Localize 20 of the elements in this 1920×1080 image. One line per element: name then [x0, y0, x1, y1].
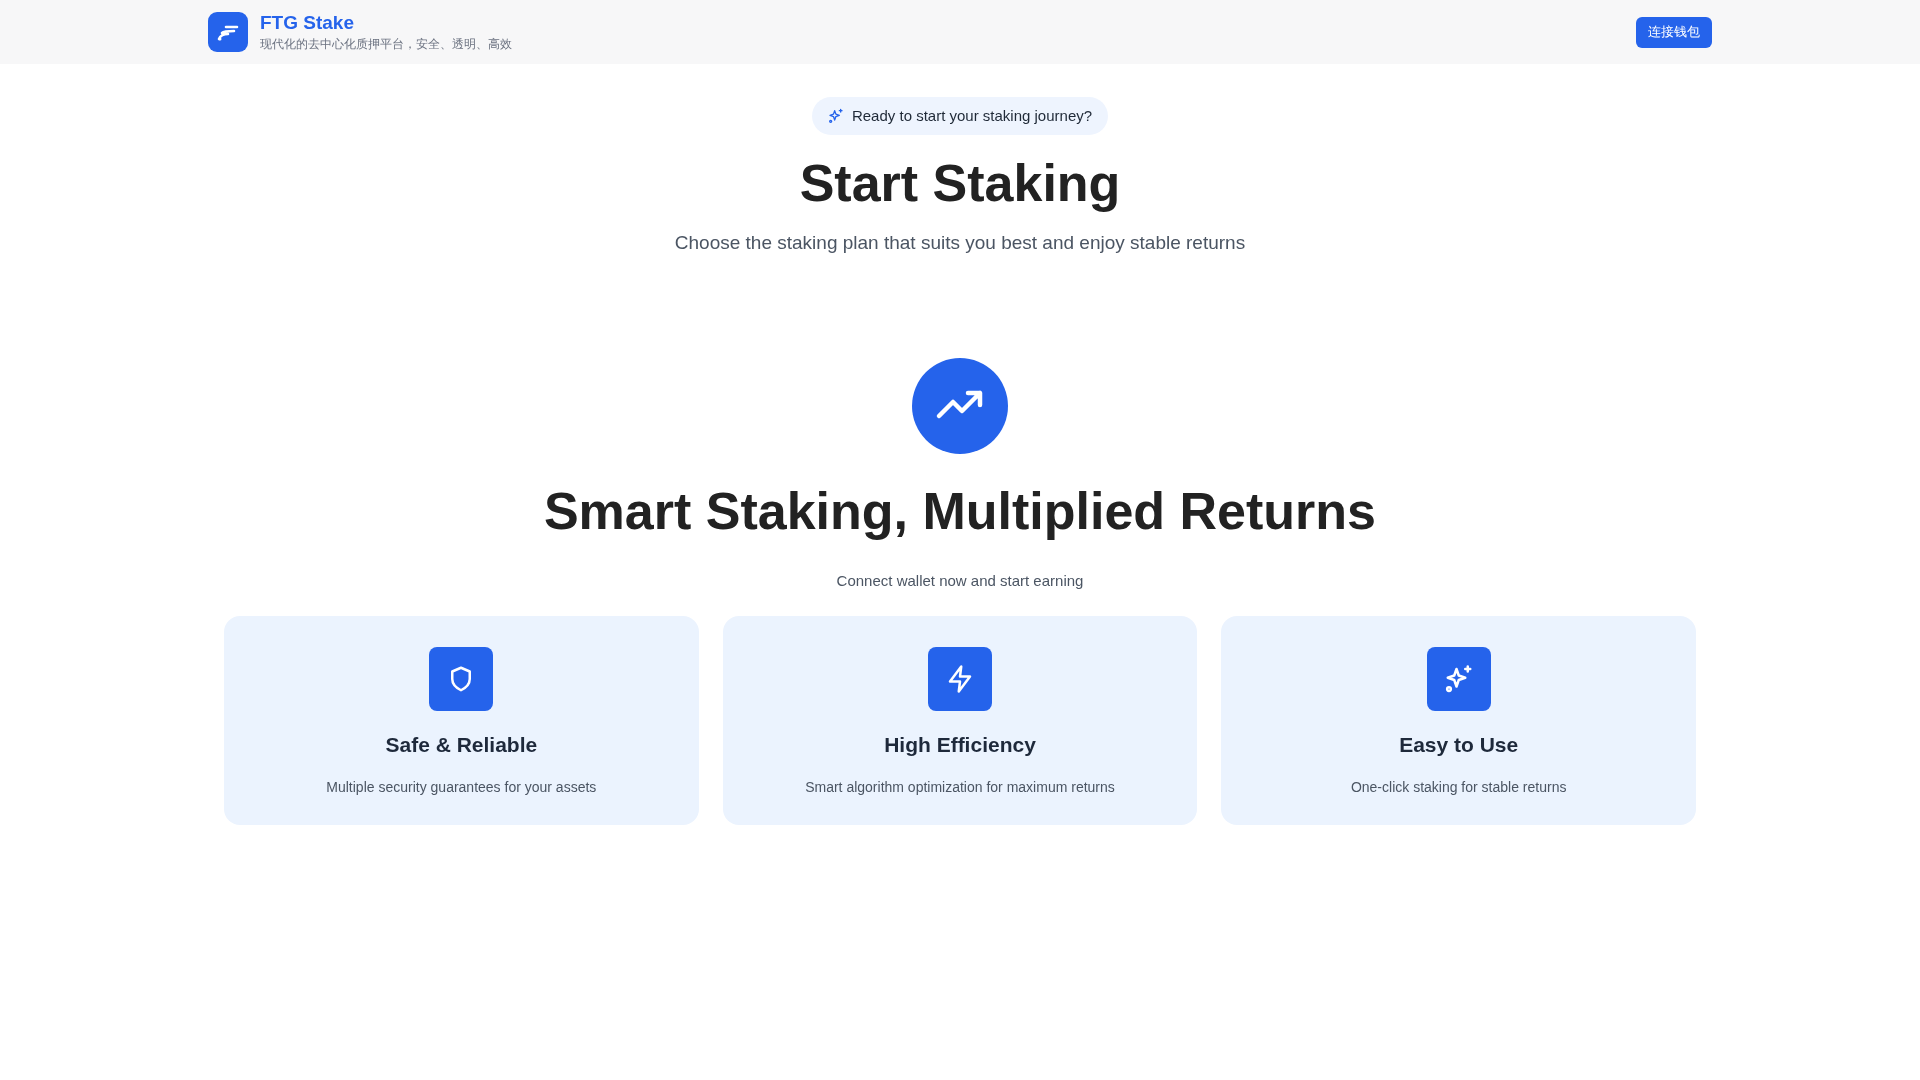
feature-title: Easy to Use: [1399, 732, 1519, 758]
sparkles-icon: [827, 108, 844, 124]
logo-icon: [208, 12, 248, 52]
tagline: 现代化的去中心化质押平台，安全、透明、高效: [260, 36, 512, 53]
feature-description: Smart algorithm optimization for maximum returns: [805, 777, 1115, 797]
shield-icon: [429, 647, 494, 711]
lightning-icon: [928, 647, 992, 711]
page-title: Start Staking: [799, 153, 1121, 214]
page-subtitle: Choose the staking plan that suits you best and enjoy stable returns: [674, 231, 1246, 255]
feature-title: High Efficiency: [884, 732, 1036, 758]
promo-heading: Smart Staking, Multiplied Returns: [543, 480, 1377, 542]
brand-name: FTG Stake: [260, 11, 355, 35]
feature-title: Safe & Reliable: [385, 732, 538, 758]
trending-up-icon: [912, 357, 1008, 454]
sparkles-icon: [1426, 647, 1491, 711]
badge: Ready to start your staking journey?: [811, 97, 1109, 135]
feature-description: One-click staking for stable returns: [1350, 777, 1567, 797]
feature-description: Multiple security guarantees for your assets: [326, 777, 597, 797]
promo-subheading: Connect wallet now and start earning: [836, 570, 1084, 591]
connect-wallet-button[interactable]: 连接钱包: [1636, 16, 1712, 48]
